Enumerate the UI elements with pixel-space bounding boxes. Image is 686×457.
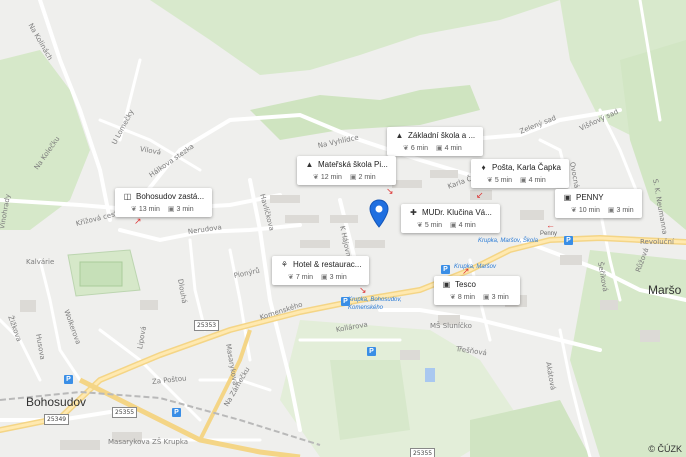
walk-icon: ❦ [288, 274, 294, 281]
poi-name: Hotel & restaurac... [293, 260, 362, 269]
drive-time: 3 min [329, 274, 347, 281]
parking-icon[interactable]: P [64, 375, 73, 384]
bus-stop-label[interactable]: Krupka, Bohosudov, Komenského [348, 296, 418, 312]
poi-card[interactable]: ◫ Bohosudov zastá... ❦ 13 min ▣ 3 min [115, 188, 213, 217]
walk-time: 13 min [138, 206, 160, 213]
car-icon: ▣ [520, 177, 527, 184]
restaurant-icon: ⚘ [280, 260, 289, 269]
poi-name: MUDr. Klučina Vá... [422, 208, 492, 217]
drive-time: 4 min [528, 177, 546, 184]
walk-time: 8 min [457, 294, 475, 301]
walk-icon: ❦ [487, 177, 493, 184]
poi-card[interactable]: ▣ Tesco ❦ 8 min ▣ 3 min [434, 276, 520, 305]
poi-card[interactable]: ▣ PENNY ❦ 10 min ▣ 3 min [555, 189, 642, 218]
poi-name: PENNY [576, 193, 604, 202]
post-office-icon: ♦ [481, 163, 486, 172]
walk-time: 5 min [424, 222, 442, 229]
poi-name: Základní škola a ... [408, 131, 476, 140]
location-pin-icon[interactable] [369, 199, 389, 229]
drive-time: 4 min [458, 222, 476, 229]
car-icon: ▣ [607, 207, 615, 214]
direction-arrow-icon: ↗ [462, 266, 470, 276]
parking-icon[interactable]: P [564, 236, 573, 245]
parking-icon[interactable]: P [172, 408, 181, 417]
walk-time: 7 min [295, 274, 313, 281]
drive-time: 2 min [358, 174, 376, 181]
bus-stop-label[interactable]: Krupka, Maršov, Škola [478, 238, 538, 244]
walk-icon: ❦ [450, 294, 456, 301]
school-icon: ▲ [395, 131, 404, 140]
map-canvas[interactable]: Vilová Hálkova stezka Na Vyhlídce U Lome… [0, 0, 686, 457]
road-number: 25355 [410, 448, 436, 457]
walk-icon: ❦ [571, 207, 577, 214]
parking-icon[interactable]: P [341, 297, 350, 306]
poi-name: Pošta, Karla Čapka [492, 163, 561, 172]
direction-arrow-icon: ↘ [359, 285, 367, 295]
walk-icon: ❦ [417, 222, 423, 229]
school-icon: ▲ [305, 160, 314, 169]
poi-card[interactable]: ♦ Pošta, Karla Čapka ❦ 5 min ▣ 4 min [471, 159, 569, 188]
town-label: Bohosudov [26, 395, 87, 409]
walk-time: 12 min [320, 174, 342, 181]
walk-icon: ❦ [131, 206, 137, 213]
drive-time: 4 min [444, 145, 462, 152]
road-number: 25349 [44, 414, 70, 425]
poi-name: Bohosudov zastá... [136, 192, 205, 201]
poi-name: Mateřská škola Pi... [318, 160, 388, 169]
walk-icon: ❦ [403, 145, 409, 152]
poi-card[interactable]: ▲ Základní škola a ... ❦ 6 min ▣ 4 min [387, 127, 484, 156]
road-number: 25355 [112, 407, 138, 418]
shop-icon: ▣ [563, 193, 572, 202]
direction-arrow-icon: ↙ [476, 190, 484, 200]
direction-arrow-icon: ↘ [386, 186, 394, 196]
poi-name: Tesco [455, 280, 476, 289]
walk-time: 10 min [578, 207, 600, 214]
car-icon: ▣ [436, 145, 443, 152]
medical-icon: ✚ [410, 208, 417, 217]
copyright-text: © ČÚZK [648, 444, 682, 454]
drive-time: 3 min [491, 294, 509, 301]
bus-icon: ◫ [123, 192, 132, 201]
car-icon: ▣ [321, 274, 328, 281]
walk-icon: ❦ [313, 174, 319, 181]
bus-stop-label[interactable]: Penny [540, 231, 557, 237]
poi-card[interactable]: ▲ Mateřská škola Pi... ❦ 12 min ▣ 2 min [297, 156, 396, 185]
poi-card[interactable]: ⚘ Hotel & restaurac... ❦ 7 min ▣ 3 min [272, 256, 370, 285]
drive-time: 3 min [616, 207, 634, 214]
parking-icon[interactable]: P [441, 265, 450, 274]
poi-card[interactable]: ✚ MUDr. Klučina Vá... ❦ 5 min ▣ 4 min [401, 204, 500, 233]
walk-time: 5 min [494, 177, 512, 184]
direction-arrow-icon: ← [546, 220, 555, 230]
walk-time: 6 min [410, 145, 428, 152]
drive-time: 3 min [176, 206, 194, 213]
direction-arrow-icon: ↗ [134, 216, 142, 226]
car-icon: ▣ [349, 174, 357, 181]
car-icon: ▣ [450, 222, 457, 229]
bus-stop-label[interactable]: Krupka, Maršov [454, 264, 496, 270]
road-number: 25353 [194, 320, 220, 331]
parking-icon[interactable]: P [367, 347, 376, 356]
car-icon: ▣ [167, 206, 175, 213]
town-label: Maršo [648, 283, 682, 297]
shop-icon: ▣ [442, 280, 451, 289]
car-icon: ▣ [483, 294, 490, 301]
map-base-layer [0, 0, 686, 457]
